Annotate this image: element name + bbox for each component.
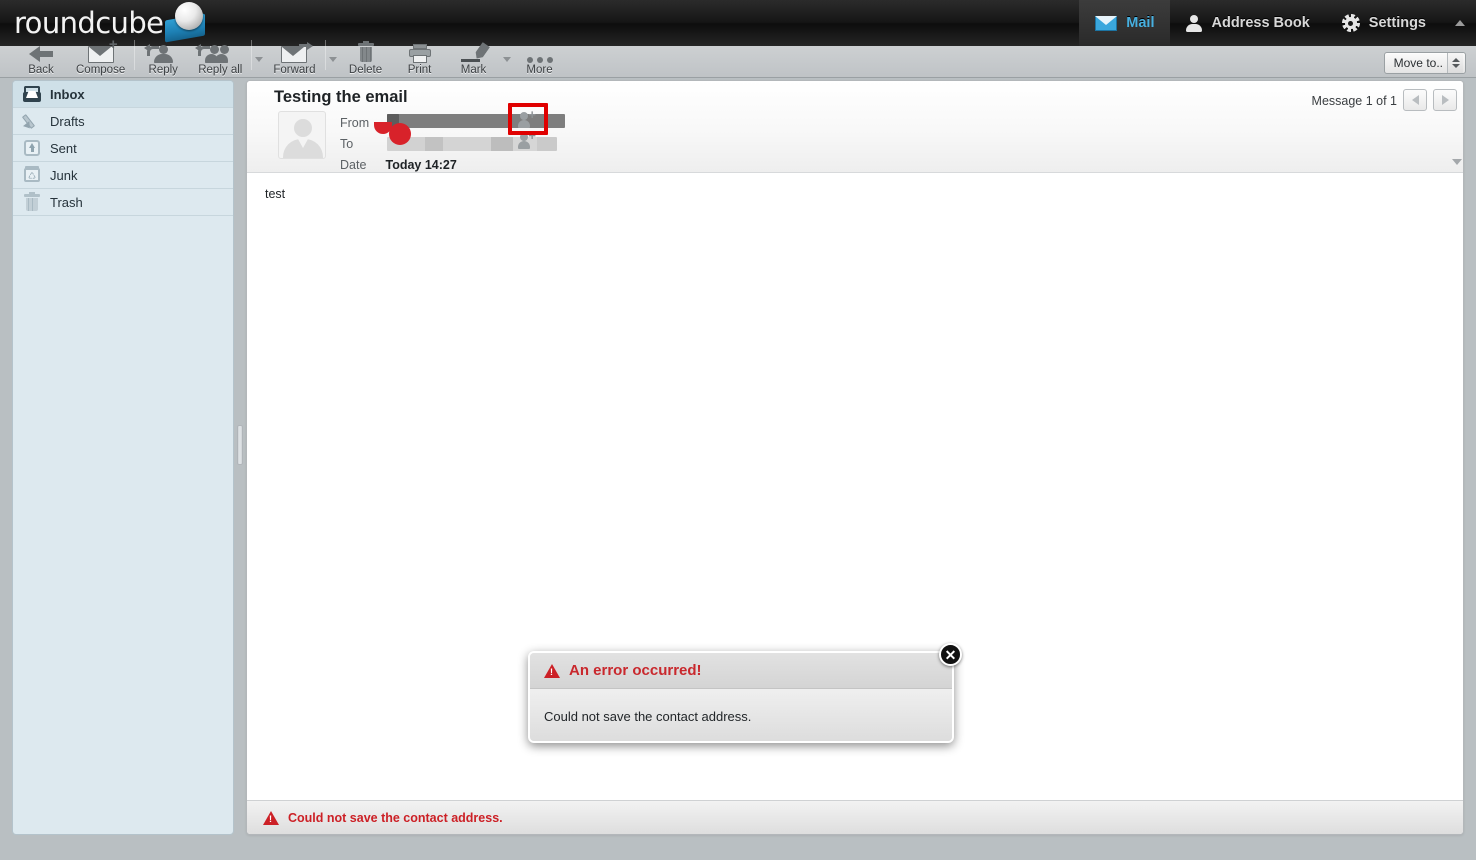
sidebar-label-trash: Trash — [50, 194, 83, 210]
splitter-grip[interactable] — [237, 425, 243, 465]
taskbar-item-address-book[interactable]: Address Book — [1170, 0, 1325, 46]
mail-envelope-icon — [1095, 15, 1118, 31]
triangle-left-icon — [1411, 95, 1419, 105]
error-dialog-title: An error occurred! — [569, 662, 702, 679]
sidebar-label-junk: Junk — [50, 167, 78, 183]
close-x-icon: ✕ — [944, 646, 957, 663]
taskbar-label-settings: Settings — [1368, 15, 1426, 31]
reply-all-dropdown-caret-icon[interactable] — [253, 44, 265, 74]
printer-icon — [408, 37, 431, 63]
more-label: More — [526, 64, 553, 76]
error-dialog-body: Could not save the contact address. — [530, 689, 952, 741]
up-down-arrows-icon — [1447, 53, 1463, 73]
taskbar-label-mail: Mail — [1126, 15, 1155, 31]
back-label: Back — [28, 64, 54, 76]
arrow-left-icon — [29, 37, 53, 63]
sidebar-label-sent: Sent — [50, 140, 77, 156]
contact-photo-placeholder — [278, 111, 326, 159]
taskbar-label-address-book: Address Book — [1211, 15, 1310, 31]
back-button[interactable]: Back — [14, 29, 68, 78]
message-counter: Message 1 of 1 — [1311, 94, 1397, 108]
chevron-up-icon[interactable] — [1452, 15, 1468, 31]
previous-message-button[interactable] — [1403, 89, 1427, 111]
trash-icon — [357, 37, 374, 63]
move-to-label: Move to.. — [1393, 56, 1443, 70]
toolbar-divider — [134, 40, 136, 70]
person-icon — [1186, 14, 1203, 32]
message-header: Testing the email Message 1 of 1 From To… — [247, 81, 1463, 173]
redaction-marker-circle — [389, 123, 411, 145]
chevron-down-icon[interactable] — [1448, 155, 1466, 169]
forward-dropdown-caret-icon[interactable] — [327, 44, 339, 74]
message-subject: Testing the email — [274, 88, 408, 106]
pencil-icon — [21, 112, 41, 131]
marker-pen-icon — [460, 37, 487, 63]
sidebar-label-drafts: Drafts — [50, 113, 85, 129]
date-label: Date — [340, 158, 367, 172]
sidebar-item-drafts[interactable]: Drafts — [13, 108, 233, 135]
gear-icon — [1341, 14, 1360, 32]
error-dialog-title-bar: An error occurred! — [530, 653, 952, 689]
to-label: To — [340, 137, 354, 151]
reply-all-button[interactable]: Reply all — [190, 29, 250, 78]
folder-list-sidebar: Inbox Drafts Sent ♺ Junk Trash — [12, 80, 234, 835]
forward-button[interactable]: Forward — [265, 29, 323, 78]
pane-splitter[interactable] — [236, 80, 244, 835]
ellipsis-icon — [526, 37, 553, 63]
date-value: Today 14:27 — [385, 158, 457, 172]
message-toolbar: Back + Compose Reply Reply all Forward D… — [0, 37, 1476, 78]
reply-all-people-icon — [195, 37, 235, 63]
mark-dropdown-caret-icon[interactable] — [501, 44, 513, 74]
taskbar: Mail Address Book Settings — [1079, 0, 1442, 46]
sent-upload-icon — [23, 139, 41, 157]
mark-label: Mark — [460, 64, 487, 76]
delete-button[interactable]: Delete — [339, 29, 393, 78]
header-row-to: To — [340, 137, 382, 151]
print-button[interactable]: Print — [393, 29, 447, 78]
triangle-right-icon — [1441, 95, 1449, 105]
status-bar: Could not save the contact address. — [247, 800, 1463, 834]
compose-button[interactable]: + Compose — [68, 29, 133, 78]
header-row-date: Date Today 14:27 — [340, 158, 457, 172]
error-dialog-close-button[interactable]: ✕ — [939, 643, 962, 666]
reply-label: Reply — [148, 64, 178, 76]
status-message: Could not save the contact address. — [288, 810, 503, 825]
sidebar-item-junk[interactable]: ♺ Junk — [13, 162, 233, 189]
toolbar-divider — [251, 40, 253, 70]
roundcube-app-window: roundcube Mail Address Book Settings Bac… — [0, 0, 1476, 860]
next-message-button[interactable] — [1433, 89, 1457, 111]
error-dialog-message: Could not save the contact address. — [544, 708, 752, 724]
forward-envelope-arrow-icon — [281, 37, 314, 63]
warning-triangle-icon — [544, 663, 560, 678]
redacted-from-address — [387, 114, 565, 128]
compose-label: Compose — [76, 64, 126, 76]
sidebar-item-sent[interactable]: Sent — [13, 135, 233, 162]
reply-button[interactable]: Reply — [136, 29, 190, 78]
sidebar-item-inbox[interactable]: Inbox — [13, 81, 233, 108]
add-contact-button-to[interactable]: + — [518, 129, 536, 149]
warning-triangle-icon — [263, 810, 279, 825]
move-to-select[interactable]: Move to.. — [1383, 52, 1466, 74]
envelope-plus-icon: + — [87, 37, 118, 63]
junk-recycle-icon: ♺ — [23, 166, 41, 184]
more-button[interactable]: More — [513, 29, 567, 78]
mark-button[interactable]: Mark — [447, 29, 501, 78]
taskbar-item-mail[interactable]: Mail — [1079, 0, 1171, 46]
trash-can-icon — [23, 192, 41, 211]
toolbar-divider — [324, 40, 326, 70]
sidebar-item-trash[interactable]: Trash — [13, 189, 233, 216]
message-body-text: test — [265, 187, 286, 201]
print-label: Print — [407, 64, 432, 76]
inbox-tray-icon — [23, 85, 41, 103]
delete-label: Delete — [348, 64, 383, 76]
reply-all-label: Reply all — [198, 64, 243, 76]
reply-person-icon — [144, 37, 174, 63]
taskbar-item-settings[interactable]: Settings — [1326, 0, 1442, 46]
error-dialog: An error occurred! Could not save the co… — [528, 651, 954, 743]
sidebar-label-inbox: Inbox — [50, 86, 85, 102]
forward-label: Forward — [273, 64, 316, 76]
add-contact-button-from[interactable]: + — [518, 108, 536, 128]
